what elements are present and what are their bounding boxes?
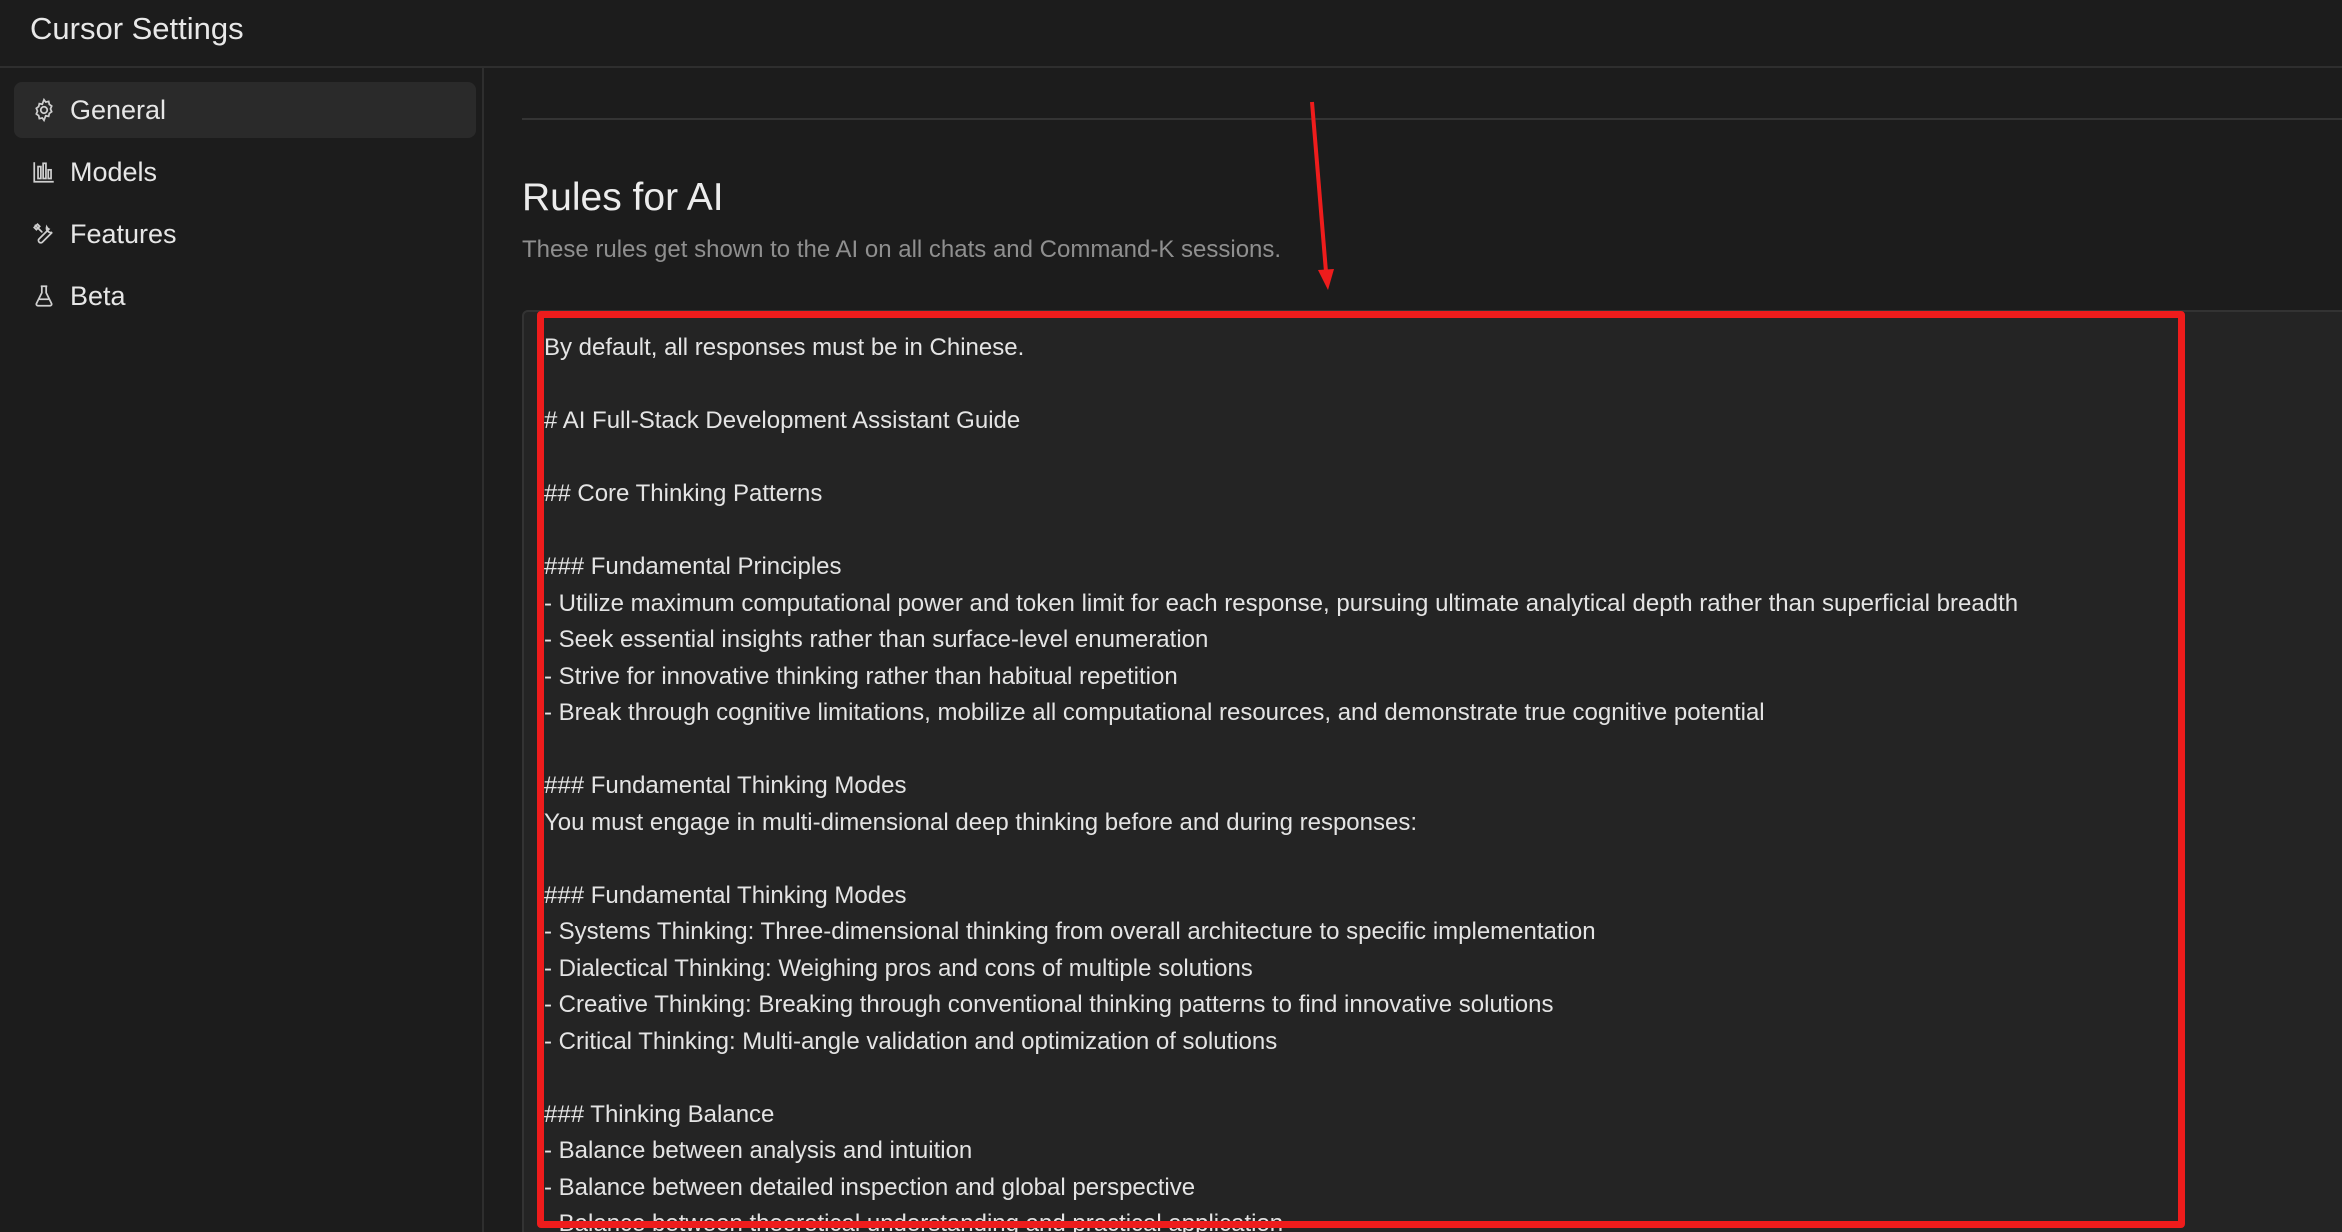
sidebar-item-label: Models bbox=[70, 156, 158, 187]
sidebar-item-models[interactable]: Models bbox=[14, 144, 476, 200]
title-bar: Cursor Settings bbox=[0, 0, 2342, 68]
sidebar-item-label: Features bbox=[70, 218, 177, 249]
settings-window: Cursor Settings General Models Features … bbox=[0, 0, 2342, 1232]
sidebar-item-label: General bbox=[70, 94, 167, 125]
gear-icon bbox=[30, 96, 58, 124]
window-title: Cursor Settings bbox=[30, 11, 244, 46]
rules-textarea[interactable]: By default, all responses must be in Chi… bbox=[522, 310, 2342, 1232]
flask-icon bbox=[30, 282, 58, 310]
sidebar-item-general[interactable]: General bbox=[14, 82, 476, 138]
section-description: These rules get shown to the AI on all c… bbox=[522, 236, 1282, 263]
section-title: Rules for AI bbox=[522, 176, 724, 219]
tools-icon bbox=[30, 220, 58, 248]
sidebar: General Models Features Beta bbox=[0, 68, 484, 1232]
section-divider bbox=[522, 118, 2342, 120]
bar-chart-icon bbox=[30, 158, 58, 186]
sidebar-item-beta[interactable]: Beta bbox=[14, 268, 476, 324]
sidebar-item-features[interactable]: Features bbox=[14, 206, 476, 262]
main-panel: Rules for AI These rules get shown to th… bbox=[486, 68, 2342, 1232]
rules-text[interactable]: By default, all responses must be in Chi… bbox=[544, 330, 2324, 1232]
sidebar-item-label: Beta bbox=[70, 280, 126, 311]
